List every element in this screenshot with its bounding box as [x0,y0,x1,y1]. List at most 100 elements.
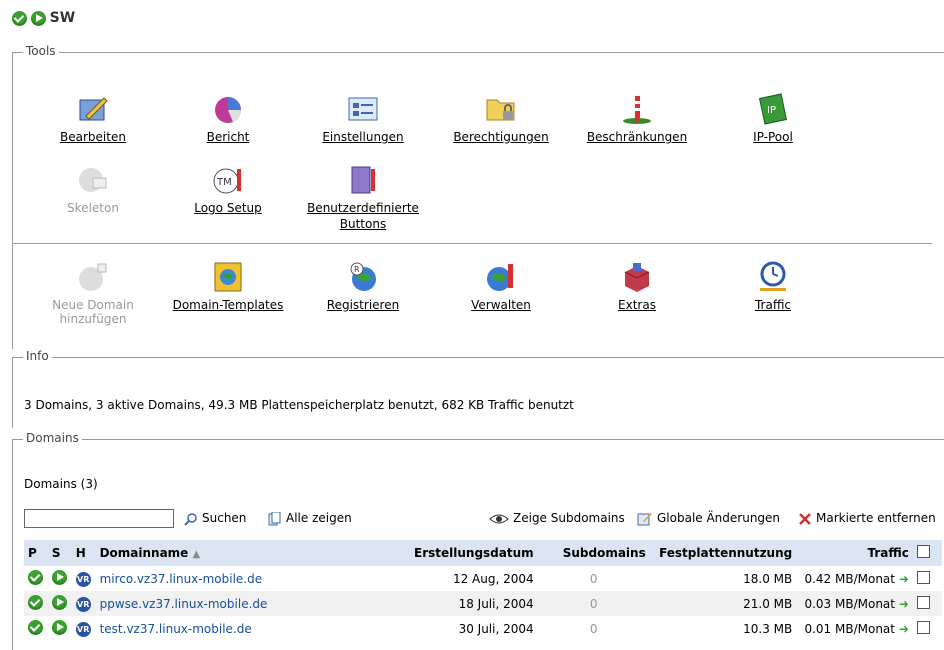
running-icon [51,619,67,635]
disk-usage: 21.0 MB [649,591,797,616]
svg-text:IP: IP [767,105,776,116]
tool-label[interactable]: Registrieren [327,298,399,312]
tools-divider [12,243,932,244]
tool-label[interactable]: Verwalten [471,298,531,312]
show-all-button[interactable]: Alle zeigen [268,511,352,526]
extras-icon [624,263,650,292]
created-date: 12 Aug, 2004 [452,571,534,586]
tool-berechtigungen[interactable]: Berechtigungen [436,92,566,144]
arrow-right-icon[interactable]: ➜ [899,572,909,586]
col-p[interactable]: P [24,540,48,566]
active-icon [28,569,43,585]
col-created[interactable]: Erstellungsdatum [394,540,538,566]
show-all-label[interactable]: Alle zeigen [286,511,352,525]
select-all-checkbox[interactable] [916,545,930,558]
tool-label[interactable]: Traffic [755,298,791,312]
col-domainname[interactable]: Domainname ▲ [95,540,395,566]
search-label[interactable]: Suchen [202,511,246,525]
page-header: SW [12,10,75,26]
traffic-text: 0.01 MB/Monat [804,621,895,636]
tool-domain-templates[interactable]: Domain-Templates [163,260,293,312]
tool-label[interactable]: Logo Setup [194,201,262,215]
tool-label[interactable]: Extras [618,298,656,312]
tool-bericht[interactable]: Bericht [163,92,293,144]
domains-legend: Domains [23,431,82,445]
domains-count: Domains (3) [24,477,98,491]
sort-asc-icon: ▲ [192,549,201,560]
running-icon [51,569,67,585]
arrow-right-icon[interactable]: ➜ [899,622,909,636]
subdomains-link[interactable]: 0 [590,622,598,636]
col-disk[interactable]: Festplattennutzung [649,540,797,566]
global-edit-icon [637,512,652,525]
row-checkbox[interactable] [916,595,930,609]
show-subdomains-button[interactable]: Zeige Subdomains [489,511,625,526]
tool-label-line2[interactable]: Buttons [298,217,428,231]
table-header-row: P S H Domainname ▲ Erstellungsdatum Subd… [24,540,942,566]
edit-icon [79,97,108,121]
permissions-icon [486,99,515,121]
tool-ip-pool[interactable]: IP IP-Pool [708,92,838,144]
show-subdomains-label[interactable]: Zeige Subdomains [513,511,625,525]
traffic-text: 0.03 MB/Monat [804,596,895,611]
report-icon [215,97,241,123]
tool-label[interactable]: Beschränkungen [587,130,687,144]
tool-label[interactable]: Bericht [207,130,250,144]
info-legend: Info [23,349,52,363]
delete-icon [799,512,811,525]
traffic-text: 0.42 MB/Monat [804,571,895,586]
settings-icon [348,97,378,121]
col-subdomains[interactable]: Subdomains [537,540,650,566]
domain-link[interactable]: mirco.vz37.linux-mobile.de [100,572,263,586]
tool-label[interactable]: Berechtigungen [453,130,548,144]
remove-selected-button[interactable]: Markierte entfernen [798,511,936,526]
search-button[interactable]: Suchen [184,511,246,526]
domain-link[interactable]: test.vz37.linux-mobile.de [100,622,252,636]
tool-custom-buttons[interactable]: Benutzerdefinierte Buttons [298,163,428,231]
tool-label: Skeleton [67,201,119,215]
tool-label[interactable]: Bearbeiten [60,130,126,144]
active-icon [28,594,43,610]
domain-templates-icon [214,262,242,292]
tool-label[interactable]: Einstellungen [322,130,403,144]
info-text: 3 Domains, 3 aktive Domains, 49.3 MB Pla… [24,398,574,412]
tool-bearbeiten[interactable]: Bearbeiten [28,92,158,144]
domain-link[interactable]: ppwse.vz37.linux-mobile.de [100,597,268,611]
table-row: VR mirco.vz37.linux-mobile.de 12 Aug, 20… [24,566,942,591]
subdomains-link[interactable]: 0 [590,597,598,611]
remove-selected-label[interactable]: Markierte entfernen [816,511,936,525]
tool-label-line1: Neue Domain [52,298,134,312]
row-checkbox[interactable] [916,570,930,584]
tool-beschraenkungen[interactable]: Beschränkungen [572,92,702,144]
subdomains-link[interactable]: 0 [590,572,598,586]
tool-label-line1[interactable]: Benutzerdefinierte [298,201,428,215]
tool-traffic[interactable]: Traffic [708,260,838,312]
info-section: Info [12,349,944,428]
search-input[interactable] [24,509,174,528]
tool-logo-setup[interactable]: TM Logo Setup [163,163,293,215]
global-changes-button[interactable]: Globale Änderungen [637,511,780,526]
row-checkbox[interactable] [916,620,930,634]
domains-toolbar: Suchen Alle zeigen Zeige Subdomains Glob… [24,509,942,531]
tool-verwalten[interactable]: Verwalten [436,260,566,312]
global-changes-label[interactable]: Globale Änderungen [657,511,780,525]
tools-legend: Tools [23,44,59,58]
col-traffic[interactable]: Traffic [796,540,913,566]
start-icon [30,10,46,26]
col-s[interactable]: S [47,540,72,566]
arrow-right-icon[interactable]: ➜ [899,597,909,611]
tool-einstellungen[interactable]: Einstellungen [298,92,428,144]
tool-extras[interactable]: Extras [572,260,702,312]
table-row: VR ppwse.vz37.linux-mobile.de 18 Juli, 2… [24,591,942,616]
search-icon [184,512,197,526]
active-icon [28,619,43,635]
svg-text:R: R [354,265,360,274]
tool-registrieren[interactable]: R Registrieren [298,260,428,312]
col-select-all[interactable] [912,540,942,566]
vr-hosting-icon: VR [75,571,91,587]
tool-label-line2: hinzufügen [59,312,127,326]
tool-label[interactable]: IP-Pool [753,130,793,144]
tool-label[interactable]: Domain-Templates [173,298,284,312]
limits-icon [623,96,651,124]
col-h[interactable]: H [71,540,96,566]
